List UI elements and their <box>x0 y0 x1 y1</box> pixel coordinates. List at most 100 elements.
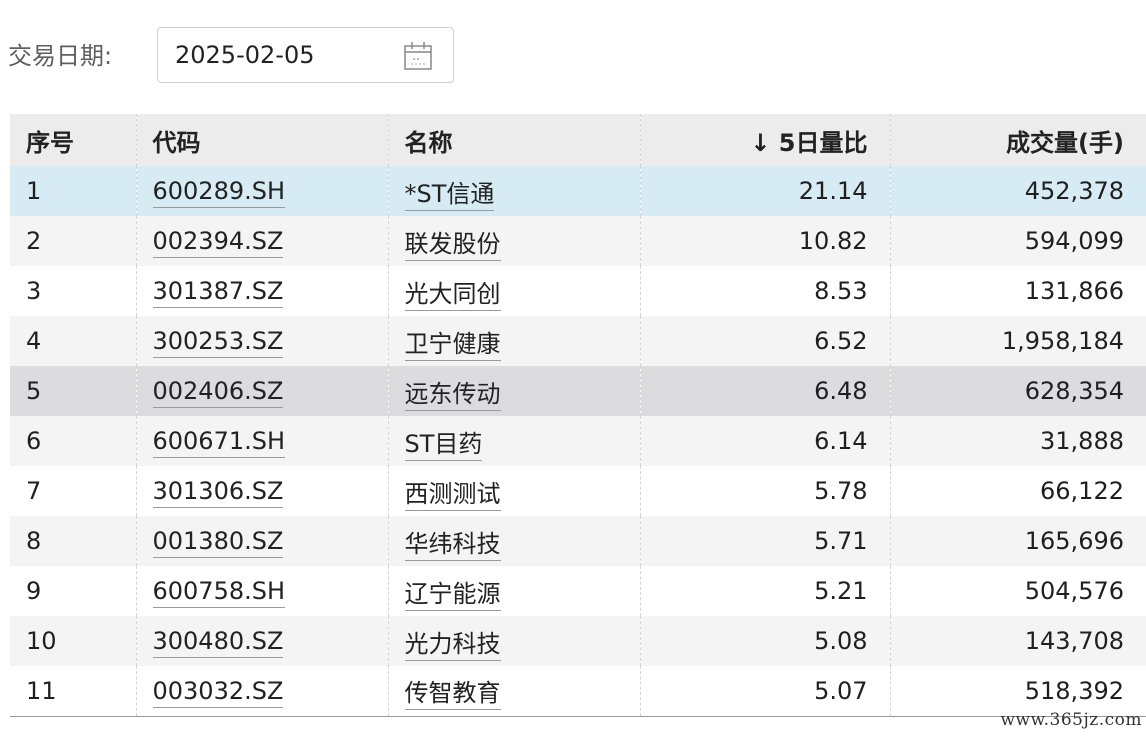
cell-stock-code: 002394.SZ <box>136 216 389 266</box>
cell-volume-ratio: 6.14 <box>640 416 891 466</box>
cell-volume: 518,392 <box>890 666 1146 717</box>
cell-stock-name-link[interactable]: *ST信通 <box>404 179 495 211</box>
cell-seq: 9 <box>10 566 137 616</box>
cell-stock-code-link[interactable]: 003032.SZ <box>152 676 284 708</box>
table-row[interactable]: 8 001380.SZ 华纬科技 5.71 165,696 <box>10 516 1146 566</box>
cell-stock-name-link[interactable]: 光大同创 <box>404 279 501 311</box>
cell-stock-code-link[interactable]: 301306.SZ <box>152 477 284 508</box>
cell-stock-name: 传智教育 <box>388 666 641 717</box>
cell-seq: 6 <box>10 416 137 466</box>
cell-stock-code: 002406.SZ <box>136 366 389 416</box>
cell-volume: 31,888 <box>1040 427 1124 455</box>
cell-stock-name: 联发股份 <box>388 216 641 266</box>
cell-stock-name: 华纬科技 <box>388 516 641 566</box>
cell-stock-name-link[interactable]: 辽宁能源 <box>404 579 501 611</box>
table-row[interactable]: 5 002406.SZ 远东传动 6.48 628,354 <box>10 366 1146 416</box>
cell-stock-name-link[interactable]: 光力科技 <box>404 629 501 661</box>
stock-table: 序号 代码 名称 ↓ 5日量比 成交量(手) 1 600289.SH *ST信通 21… <box>10 114 1146 717</box>
cell-seq: 11 <box>10 666 137 717</box>
cell-volume-ratio: 5.71 <box>640 516 891 566</box>
cell-seq: 3 <box>10 266 137 316</box>
date-value[interactable]: 2025-02-05 <box>175 28 314 82</box>
cell-seq: 8 <box>10 516 137 566</box>
cell-volume: 452,378 <box>1024 177 1124 205</box>
cell-volume-ratio: 5.08 <box>640 616 891 666</box>
table-row[interactable]: 1 600289.SH *ST信通 21.14 452,378 <box>10 166 1146 216</box>
col-header-volume-ratio-label: 5日量比 <box>778 128 868 157</box>
sort-desc-icon: ↓ <box>750 128 771 157</box>
cell-volume: 628,354 <box>1024 377 1124 405</box>
table-header-row: 序号 代码 名称 ↓ 5日量比 成交量(手) <box>10 114 1146 166</box>
cell-volume: 504,576 <box>1024 577 1124 605</box>
cell-stock-name: 卫宁健康 <box>388 316 641 366</box>
cell-volume: 594,099 <box>1024 227 1124 255</box>
cell-stock-code-link[interactable]: 301387.SZ <box>152 277 284 308</box>
col-header-name[interactable]: 名称 <box>388 114 641 166</box>
watermark: www.365jz.com <box>1000 710 1142 730</box>
col-header-seq[interactable]: 序号 <box>10 114 137 166</box>
cell-volume-ratio: 6.52 <box>640 316 891 366</box>
cell-stock-code: 301387.SZ <box>136 266 389 316</box>
cell-volume: 131,866 <box>1024 277 1124 305</box>
cell-seq: 5 <box>10 366 137 416</box>
table-row[interactable]: 10 300480.SZ 光力科技 5.08 143,708 <box>10 616 1146 666</box>
cell-stock-code-link[interactable]: 600758.SH <box>152 577 286 608</box>
table-row[interactable]: 9 600758.SH 辽宁能源 5.21 504,576 <box>10 566 1146 616</box>
cell-stock-name: 光力科技 <box>388 616 641 666</box>
cell-seq: 10 <box>10 616 137 666</box>
table-row[interactable]: 3 301387.SZ 光大同创 8.53 131,866 <box>10 266 1146 316</box>
table-row[interactable]: 2 002394.SZ 联发股份 10.82 594,099 <box>10 216 1146 266</box>
cell-stock-code-link[interactable]: 300480.SZ <box>152 627 284 658</box>
table-body: 1 600289.SH *ST信通 21.14 452,378 2 002394.SZ 联发股… <box>10 166 1146 717</box>
cell-stock-code: 600671.SH <box>136 416 389 466</box>
cell-stock-code-link[interactable]: 001380.SZ <box>152 527 284 558</box>
cell-seq: 1 <box>10 166 137 216</box>
date-filter-bar: 交易日期: 2025-02-05 <box>0 26 1146 86</box>
date-picker-input[interactable]: 2025-02-05 <box>157 27 454 83</box>
cell-stock-name: 远东传动 <box>388 366 641 416</box>
cell-stock-code: 301306.SZ <box>136 466 389 516</box>
cell-volume-ratio: 8.53 <box>640 266 891 316</box>
cell-stock-name-link[interactable]: 卫宁健康 <box>404 329 501 361</box>
cell-stock-name: ST目药 <box>388 416 641 466</box>
calendar-icon[interactable] <box>402 40 434 72</box>
table-row[interactable]: 4 300253.SZ 卫宁健康 6.52 1,958,184 <box>10 316 1146 366</box>
cell-stock-name-link[interactable]: 远东传动 <box>404 379 501 411</box>
cell-stock-code: 600758.SH <box>136 566 389 616</box>
cell-seq: 2 <box>10 216 137 266</box>
cell-stock-name-link[interactable]: 华纬科技 <box>404 529 501 561</box>
cell-seq: 7 <box>10 466 137 516</box>
cell-volume: 165,696 <box>1024 527 1124 555</box>
cell-stock-name-link[interactable]: ST目药 <box>404 429 483 461</box>
cell-stock-name: 辽宁能源 <box>388 566 641 616</box>
cell-volume-ratio: 5.21 <box>640 566 891 616</box>
col-header-volume[interactable]: 成交量(手) <box>890 114 1146 166</box>
cell-volume: 66,122 <box>1040 477 1124 505</box>
col-header-code[interactable]: 代码 <box>136 114 389 166</box>
cell-volume: 1,958,184 <box>1001 327 1124 355</box>
cell-volume-ratio: 6.48 <box>640 366 891 416</box>
cell-volume-ratio: 5.07 <box>640 666 891 717</box>
cell-stock-code-link[interactable]: 600289.SH <box>152 177 286 208</box>
cell-stock-code-link[interactable]: 600671.SH <box>152 427 286 458</box>
cell-stock-name: 光大同创 <box>388 266 641 316</box>
cell-volume-ratio: 10.82 <box>640 216 891 266</box>
cell-stock-name: *ST信通 <box>388 166 641 216</box>
cell-stock-code-link[interactable]: 300253.SZ <box>152 327 284 358</box>
table-row[interactable]: 6 600671.SH ST目药 6.14 31,888 <box>10 416 1146 466</box>
cell-stock-name-link[interactable]: 传智教育 <box>404 679 501 711</box>
col-header-volume-ratio[interactable]: ↓ 5日量比 <box>640 114 891 166</box>
cell-stock-name-link[interactable]: 联发股份 <box>404 229 501 261</box>
cell-volume-ratio: 21.14 <box>640 166 891 216</box>
cell-stock-code: 003032.SZ <box>136 666 389 717</box>
cell-stock-name-link[interactable]: 西测测试 <box>404 479 501 511</box>
date-label: 交易日期: <box>8 42 113 70</box>
table-row[interactable]: 7 301306.SZ 西测测试 5.78 66,122 <box>10 466 1146 516</box>
cell-stock-code-link[interactable]: 002394.SZ <box>152 227 284 258</box>
cell-volume: 143,708 <box>1024 627 1124 655</box>
table-row[interactable]: 11 003032.SZ 传智教育 5.07 518,392 <box>10 666 1146 717</box>
cell-stock-code: 300480.SZ <box>136 616 389 666</box>
cell-stock-code-link[interactable]: 002406.SZ <box>152 377 284 408</box>
cell-stock-name: 西测测试 <box>388 466 641 516</box>
cell-volume-ratio: 5.78 <box>640 466 891 516</box>
